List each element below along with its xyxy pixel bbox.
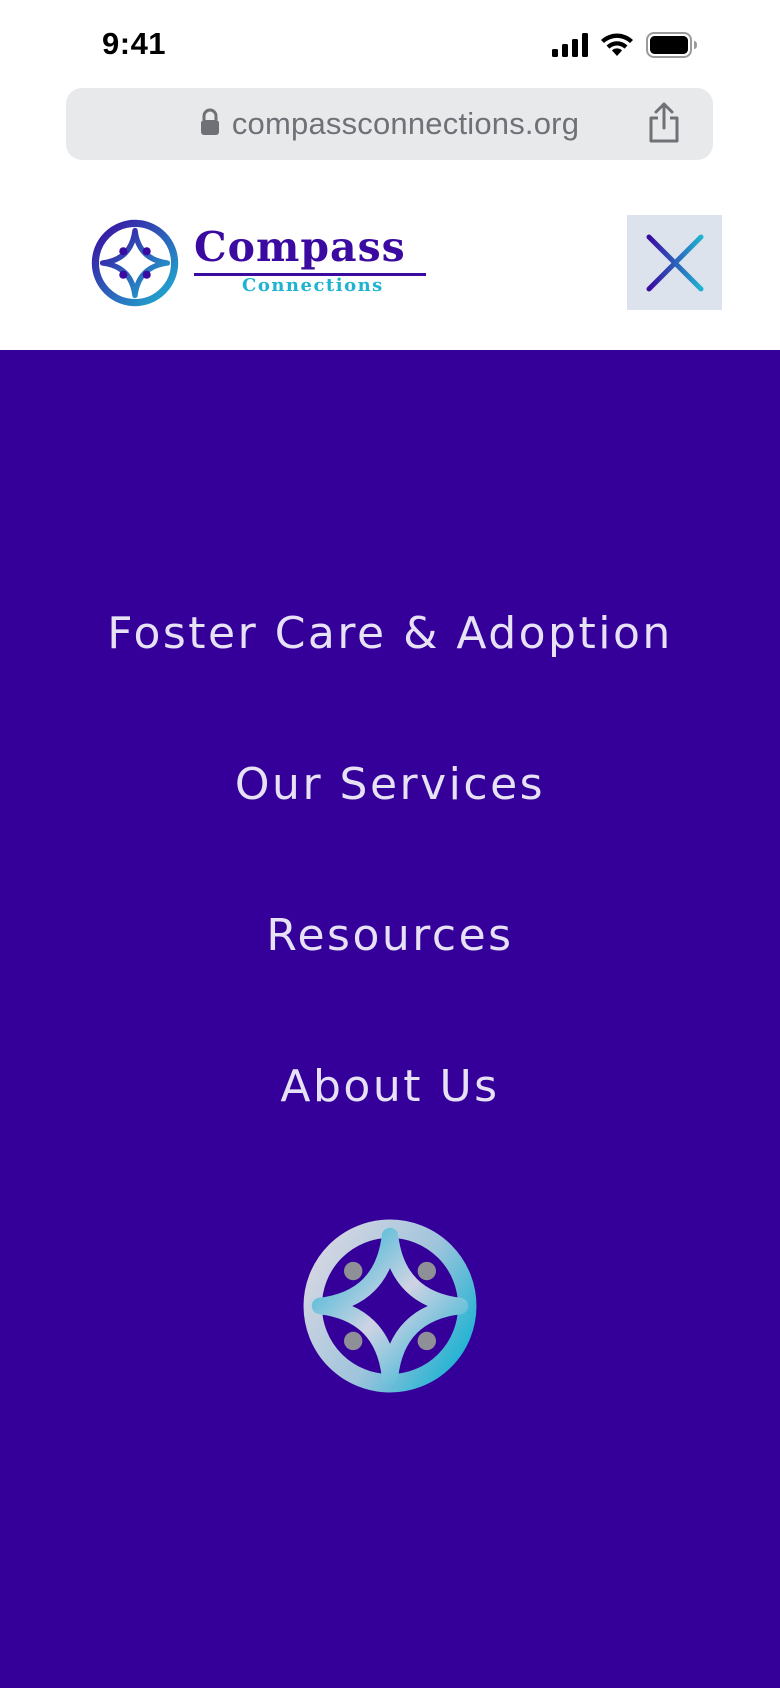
logo-title: Compass xyxy=(194,223,406,271)
status-time: 9:41 xyxy=(102,26,167,61)
close-icon xyxy=(646,234,703,291)
menu-item-resources[interactable]: Resources xyxy=(0,910,780,961)
address-bar[interactable]: compassconnections.org xyxy=(66,88,713,160)
lock-icon xyxy=(200,108,220,141)
menu-item-our-services[interactable]: Our Services xyxy=(0,759,780,810)
compass-logo-icon xyxy=(91,219,179,307)
status-icons xyxy=(552,32,698,63)
site-header: Compass Connections xyxy=(0,160,780,350)
battery-icon xyxy=(646,32,698,63)
wifi-icon xyxy=(600,32,634,63)
close-menu-button[interactable] xyxy=(627,215,722,310)
nav-menu-panel: Foster Care & Adoption Our Services Reso… xyxy=(0,350,780,1688)
logo-subtitle: Connections xyxy=(242,275,384,296)
status-bar: 9:41 xyxy=(0,0,780,88)
share-icon[interactable] xyxy=(647,102,681,144)
signal-icon xyxy=(552,33,588,62)
compass-logo-icon xyxy=(303,1219,477,1393)
address-content: compassconnections.org xyxy=(66,88,713,160)
url-text: compassconnections.org xyxy=(231,106,580,141)
menu-item-about-us[interactable]: About Us xyxy=(0,1061,780,1112)
site-logo[interactable]: Compass Connections xyxy=(90,218,429,308)
menu-item-foster-care-adoption[interactable]: Foster Care & Adoption xyxy=(0,608,780,659)
logo-wordmark: Compass Connections xyxy=(194,223,429,303)
